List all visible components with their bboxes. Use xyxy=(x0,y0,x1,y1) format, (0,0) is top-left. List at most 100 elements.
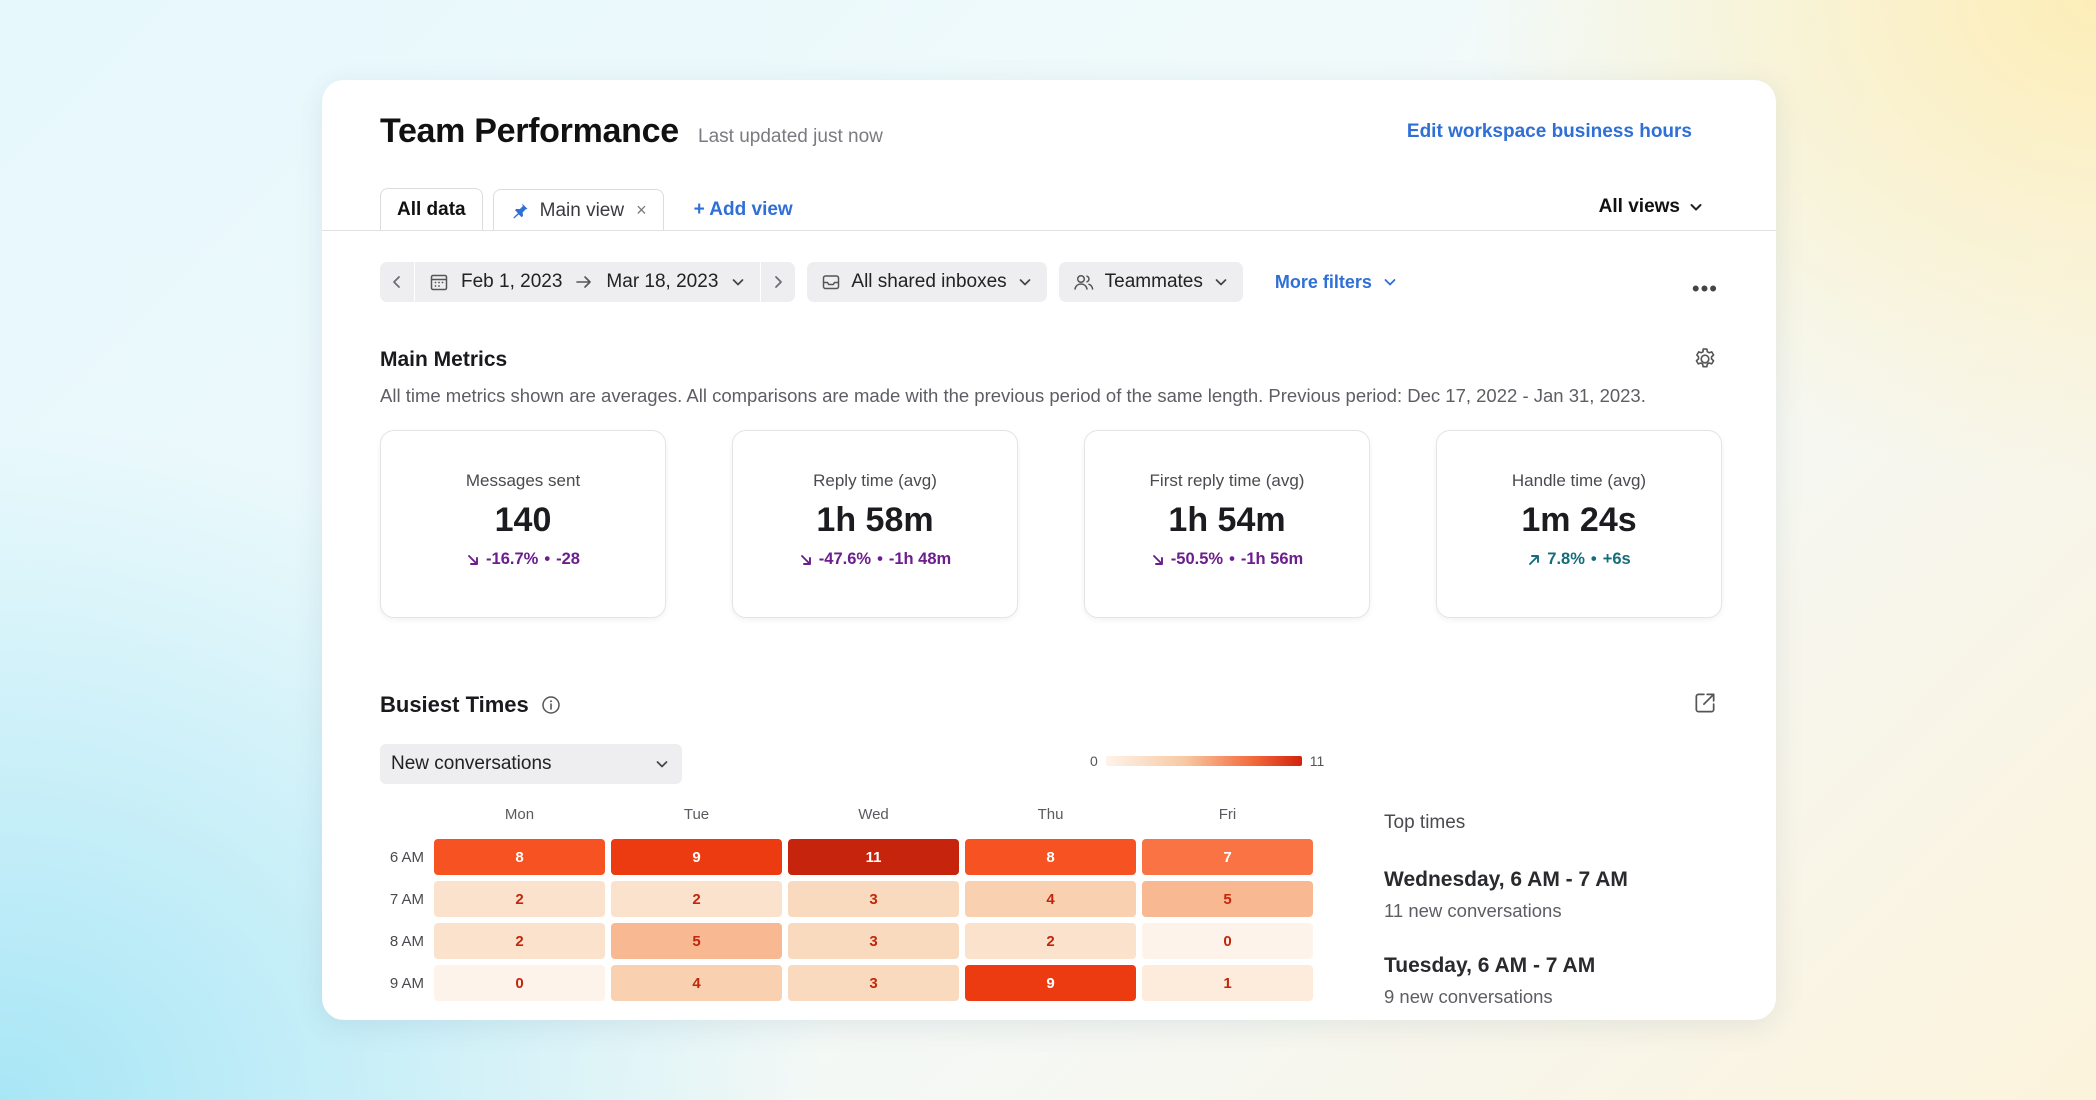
heatmap-day-header: Fri xyxy=(1218,806,1237,823)
bullet-separator: • xyxy=(1229,550,1235,568)
heatmap-legend: 0 11 xyxy=(1090,753,1324,769)
top-times-panel: Top times Wednesday, 6 AM - 7 AM 11 new … xyxy=(1384,812,1628,1008)
metric-value: 140 xyxy=(494,501,552,539)
chevron-down-icon xyxy=(656,761,668,768)
heatmap-hour-label: 9 AM xyxy=(389,974,424,992)
heatmap-cell[interactable]: 5 xyxy=(611,923,782,959)
heatmap-cell[interactable]: 9 xyxy=(965,965,1136,1001)
top-time-slot: Wednesday, 6 AM - 7 AM xyxy=(1384,868,1628,891)
metric-label: Handle time (avg) xyxy=(1511,471,1647,490)
heatmap-cell[interactable]: 0 xyxy=(1142,923,1313,959)
heatmap-cell[interactable]: 3 xyxy=(788,965,959,1001)
more-options-icon[interactable]: ••• xyxy=(1692,276,1718,302)
all-views-dropdown[interactable]: All views xyxy=(1599,196,1704,218)
heatmap-cell[interactable]: 2 xyxy=(965,923,1136,959)
metric-change-percent: 7.8% xyxy=(1547,550,1585,568)
end-date: Mar 18, 2023 xyxy=(606,271,719,292)
arrow-right-icon xyxy=(576,276,592,288)
heatmap-cell[interactable]: 1 xyxy=(1142,965,1313,1001)
inbox-filter-dropdown[interactable]: All shared inboxes xyxy=(807,262,1047,302)
gear-icon[interactable] xyxy=(1692,346,1718,372)
add-view-button[interactable]: + Add view xyxy=(694,189,793,231)
heatmap-hour-label: 7 AM xyxy=(389,890,424,908)
heatmap-day-header: Wed xyxy=(858,806,889,823)
metric-label: Messages sent xyxy=(465,471,581,490)
metric-change-delta: +6s xyxy=(1602,550,1631,568)
heatmap-row: 9 AM 0 4 3 9 1 xyxy=(380,965,1319,1001)
heatmap-cell[interactable]: 2 xyxy=(611,881,782,917)
heatmap-cell[interactable]: 4 xyxy=(611,965,782,1001)
metric-label: Reply time (avg) xyxy=(813,471,937,490)
metric-change: -16.7% • -28 xyxy=(466,550,580,569)
page-title: Team Performance xyxy=(380,112,679,150)
metric-change: 7.8% • +6s xyxy=(1527,550,1631,569)
chevron-down-icon xyxy=(1019,279,1031,286)
heatmap-cell[interactable]: 3 xyxy=(788,881,959,917)
metric-value: 1h 54m xyxy=(1168,501,1286,539)
busiest-times-heatmap: Mon Tue Wed Thu Fri 6 AM 8 9 11 8 7 7 AM 2 2 3 4 5 8 AM 2… xyxy=(380,806,1319,1001)
metric-change: -47.6% • -1h 48m xyxy=(799,550,951,569)
tab-main-view[interactable]: Main view × xyxy=(492,189,664,231)
heatmap-row: 8 AM 2 5 3 2 0 xyxy=(380,923,1319,959)
next-period-button[interactable] xyxy=(761,262,795,302)
metric-type-value: New conversations xyxy=(391,753,552,774)
metric-card-reply-time[interactable]: Reply time (avg) 1h 58m -47.6% • -1h 48m xyxy=(732,430,1018,618)
heatmap-rows: 6 AM 8 9 11 8 7 7 AM 2 2 3 4 5 8 AM 2 5 3 2 0 9 AM 0 4 3 9 1 xyxy=(380,839,1319,1001)
metric-card-messages-sent[interactable]: Messages sent 140 -16.7% • -28 xyxy=(380,430,666,618)
tab-label: All data xyxy=(397,199,466,220)
legend-gradient-bar xyxy=(1105,756,1302,766)
heatmap-cell[interactable]: 8 xyxy=(965,839,1136,875)
heatmap-cell[interactable]: 8 xyxy=(434,839,605,875)
metric-change: -50.5% • -1h 56m xyxy=(1151,550,1303,569)
all-views-label: All views xyxy=(1598,196,1680,217)
tab-all-data[interactable]: All data xyxy=(380,188,483,231)
tabs-divider xyxy=(322,230,1776,231)
heatmap-cell[interactable]: 7 xyxy=(1142,839,1313,875)
info-icon[interactable] xyxy=(541,695,561,715)
more-filters-button[interactable]: More filters xyxy=(1275,272,1398,293)
heatmap-cell[interactable]: 3 xyxy=(788,923,959,959)
edit-business-hours-link[interactable]: Edit workspace business hours xyxy=(1407,121,1692,143)
heatmap-cell[interactable]: 11 xyxy=(788,839,959,875)
heatmap-day-header: Mon xyxy=(504,806,535,823)
close-tab-icon[interactable]: × xyxy=(636,200,647,221)
pin-icon xyxy=(510,201,530,221)
heatmap-cell[interactable]: 9 xyxy=(611,839,782,875)
top-time-slot: Tuesday, 6 AM - 7 AM xyxy=(1384,954,1596,977)
top-times-heading: Top times xyxy=(1384,812,1466,833)
metric-card-handle-time[interactable]: Handle time (avg) 1m 24s 7.8% • +6s xyxy=(1436,430,1722,618)
metric-value: 1h 58m xyxy=(816,501,934,539)
heatmap-cell[interactable]: 4 xyxy=(965,881,1136,917)
tab-label: Main view xyxy=(539,199,625,221)
metric-cards: Messages sent 140 -16.7% • -28 Reply tim… xyxy=(380,430,1722,618)
metric-change-delta: -1h 56m xyxy=(1240,550,1304,568)
metric-change-percent: -50.5% xyxy=(1170,550,1224,568)
teammates-filter-label: Teammates xyxy=(1104,271,1203,292)
main-metrics-title: Main Metrics xyxy=(380,348,508,371)
main-metrics-description: All time metrics shown are averages. All… xyxy=(380,385,1646,406)
heatmap-cell[interactable]: 0 xyxy=(434,965,605,1001)
metric-card-first-reply-time[interactable]: First reply time (avg) 1h 54m -50.5% • -… xyxy=(1084,430,1370,618)
arrow-up-right-icon xyxy=(1529,554,1540,565)
heatmap-cell[interactable]: 5 xyxy=(1142,881,1313,917)
busiest-times-title: Busiest Times xyxy=(380,692,561,718)
calendar-icon xyxy=(430,274,448,291)
metric-type-select[interactable]: New conversations xyxy=(380,744,682,784)
view-tabs: All data Main view × + Add view xyxy=(380,188,793,231)
heatmap-cell[interactable]: 2 xyxy=(434,923,605,959)
bullet-separator: • xyxy=(1590,550,1597,568)
heatmap-row: 6 AM 8 9 11 8 7 xyxy=(380,839,1319,875)
chevron-right-icon xyxy=(775,276,783,288)
bullet-separator: • xyxy=(877,550,883,568)
busiest-times-label: Busiest Times xyxy=(380,692,529,717)
bullet-separator: • xyxy=(544,550,551,568)
arrow-down-right-icon xyxy=(1152,554,1163,565)
date-range-button[interactable]: Feb 1, 2023 Mar 18, 2023 xyxy=(415,271,760,293)
external-link-icon[interactable] xyxy=(1692,690,1718,716)
metric-label: First reply time (avg) xyxy=(1149,471,1305,490)
arrow-down-right-icon xyxy=(800,554,811,565)
heatmap-cell[interactable]: 2 xyxy=(434,881,605,917)
arrow-down-right-icon xyxy=(468,554,478,565)
previous-period-button[interactable] xyxy=(380,262,414,302)
teammates-filter-dropdown[interactable]: Teammates xyxy=(1058,262,1243,302)
